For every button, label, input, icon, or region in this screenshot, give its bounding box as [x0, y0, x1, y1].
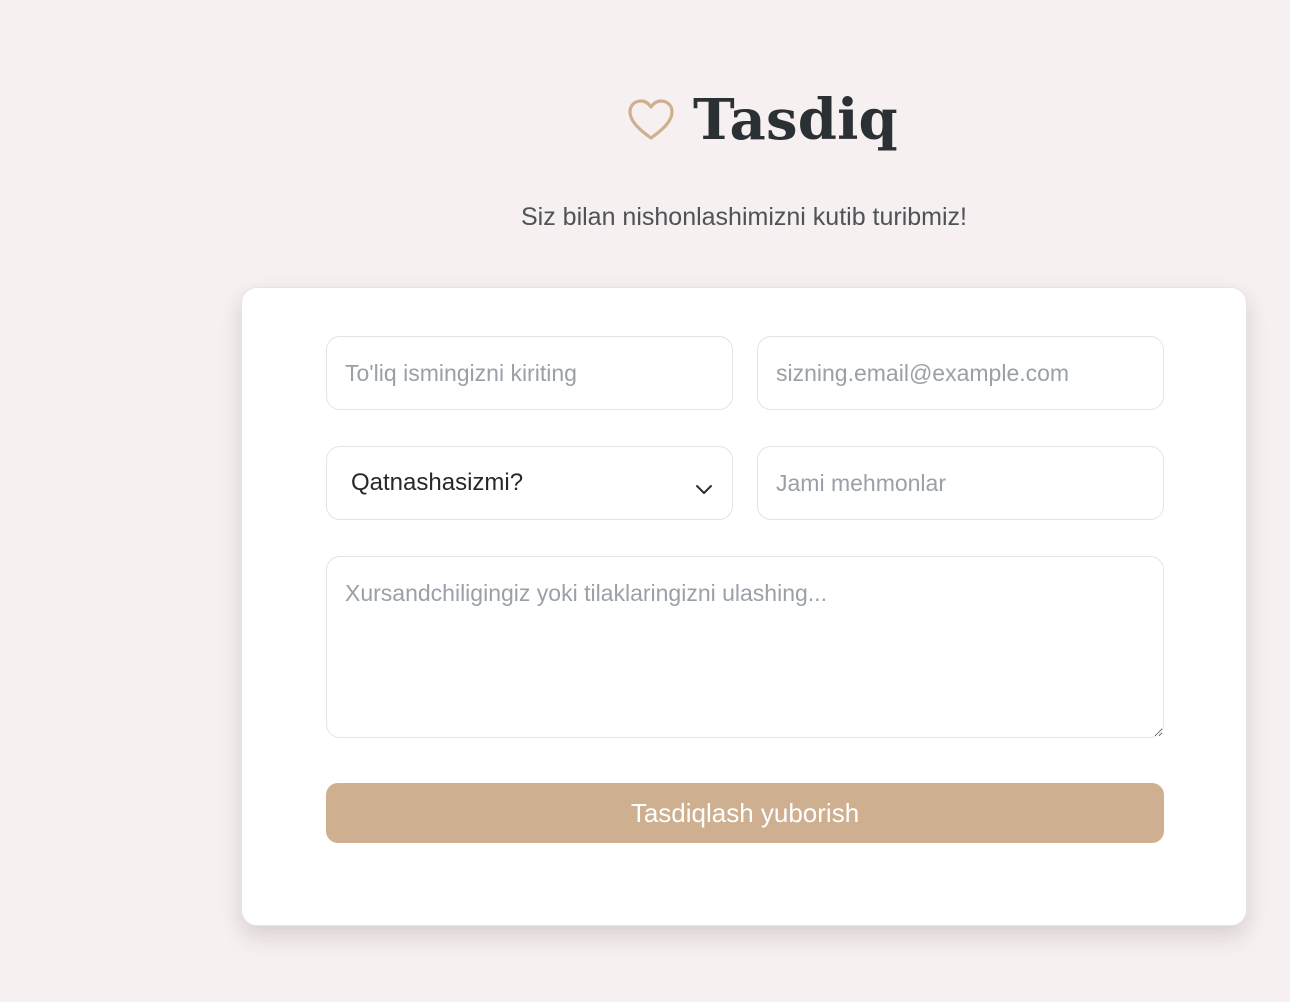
chevron-down-icon: [694, 476, 714, 494]
page-subtitle: Siz bilan nishonlashimizni kutib turibmi…: [520, 203, 968, 231]
submit-rsvp-button[interactable]: Tasdiqlash yuborish: [326, 783, 1164, 843]
total-guests-input[interactable]: [757, 446, 1164, 520]
attendance-select[interactable]: Qatnashasizmi?: [326, 446, 733, 520]
email-input[interactable]: [757, 336, 1164, 410]
attendance-select-value: Qatnashasizmi?: [351, 469, 524, 496]
page-title: Tasdiq: [693, 87, 898, 153]
heart-icon: [627, 98, 675, 142]
full-name-input[interactable]: [326, 336, 733, 410]
brand: Tasdiq: [627, 88, 898, 152]
rsvp-form-card: Qatnashasizmi? Tasdiqlash yuborish: [241, 287, 1247, 926]
page-header: Tasdiq: [0, 80, 1290, 160]
message-textarea[interactable]: [326, 556, 1164, 738]
